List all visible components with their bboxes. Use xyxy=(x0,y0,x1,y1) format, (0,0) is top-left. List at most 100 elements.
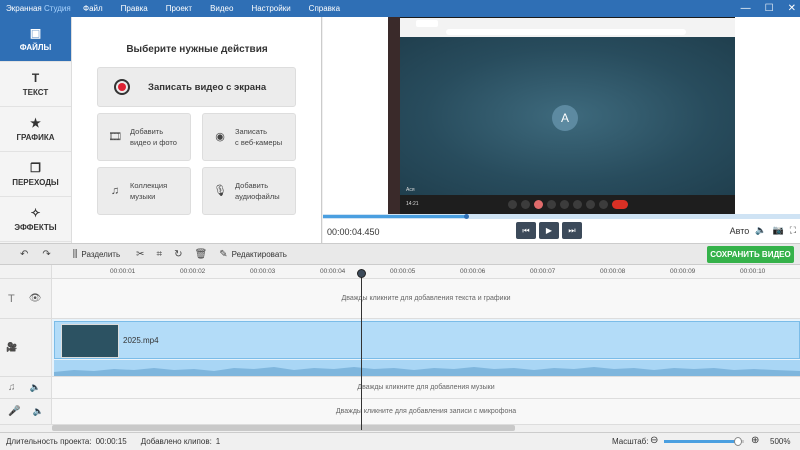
clips-value: 1 xyxy=(215,437,221,446)
crop-icon[interactable]: ⌗ xyxy=(157,249,163,260)
volume-icon[interactable]: 🔈 xyxy=(755,225,766,236)
ruler-tick: 00:00:05 xyxy=(390,268,416,275)
ruler-tick: 00:00:09 xyxy=(670,268,696,275)
rotate-icon[interactable]: ↻ xyxy=(174,249,182,260)
menu-video[interactable]: Видео xyxy=(201,4,242,13)
split-icon[interactable]: ⫼ xyxy=(73,249,78,260)
record-webcam-label: Записать с веб-камеры xyxy=(235,127,283,147)
sidebar: ▣ ФАЙЛЫ T ТЕКСТ ★ ГРАФИКА ❐ ПЕРЕХОДЫ ✧ Э… xyxy=(0,17,72,243)
sidebar-item-label: ЭФФЕКТЫ xyxy=(14,223,57,232)
meeting-controls xyxy=(400,195,735,214)
maximize-button[interactable]: ☐ xyxy=(765,3,774,14)
add-audio-label: Добавить аудиофайлы xyxy=(235,181,280,201)
left-panel: ▣ ФАЙЛЫ T ТЕКСТ ★ ГРАФИКА ❐ ПЕРЕХОДЫ ✧ Э… xyxy=(0,17,322,243)
sidebar-item-label: ТЕКСТ xyxy=(22,88,49,97)
waveform xyxy=(54,367,800,376)
menu-file[interactable]: Файл xyxy=(74,4,112,13)
zoom-in-icon[interactable]: ⊕ xyxy=(751,435,759,446)
music-track[interactable]: Дважды кликните для добавления музыки xyxy=(52,377,800,399)
menu-help[interactable]: Справка xyxy=(300,4,349,13)
text-track[interactable]: Дважды кликните для добавления текста и … xyxy=(52,279,800,319)
undo-icon[interactable]: ↶ xyxy=(20,249,28,260)
sidebar-item-files[interactable]: ▣ ФАЙЛЫ xyxy=(0,17,71,62)
zoom-handle[interactable] xyxy=(733,437,742,446)
progress-handle[interactable] xyxy=(464,214,470,219)
playhead-handle[interactable] xyxy=(357,269,366,278)
magic-wand-icon: ✧ xyxy=(30,206,41,220)
app-name: Экранная xyxy=(6,4,42,13)
camera-icon[interactable]: 📷 xyxy=(772,225,783,236)
sidebar-item-graphics[interactable]: ★ ГРАФИКА xyxy=(0,107,71,152)
minimize-button[interactable]: — xyxy=(741,3,751,14)
mic-track[interactable]: Дважды кликните для добавления записи с … xyxy=(52,399,800,425)
ruler-tick: 00:00:07 xyxy=(530,268,556,275)
sidebar-item-effects[interactable]: ✧ ЭФФЕКТЫ xyxy=(0,197,71,242)
text-track-controls: T 👁 xyxy=(0,279,52,319)
eye-icon[interactable]: 👁 xyxy=(29,293,42,304)
music-collection-label: Коллекция музыки xyxy=(130,181,168,201)
menu-settings[interactable]: Настройки xyxy=(242,4,299,13)
duration-label: Длительность проекта: xyxy=(6,437,92,446)
preview-progress-bar[interactable] xyxy=(323,214,800,219)
ruler-corner xyxy=(0,265,52,279)
sidebar-item-transitions[interactable]: ❐ ПЕРЕХОДЫ xyxy=(0,152,71,197)
next-button[interactable]: ⏭ xyxy=(562,222,582,239)
meeting-name: Ася xyxy=(406,187,415,193)
window-controls: — ☐ ✕ xyxy=(741,0,796,17)
timecode: 00:00:04.450 xyxy=(327,227,380,237)
auto-quality-label[interactable]: Авто xyxy=(730,226,750,236)
edit-icon[interactable]: ✎ xyxy=(219,249,227,260)
speaker-icon[interactable]: 🔈 xyxy=(32,406,43,417)
zoom-slider[interactable] xyxy=(664,437,744,446)
sidebar-item-label: ПЕРЕХОДЫ xyxy=(12,178,59,187)
timeline-scrollbar[interactable] xyxy=(52,425,515,431)
mic-track-controls: 🎤 🔈 xyxy=(0,399,52,425)
meeting-time: 14:21 xyxy=(406,201,419,207)
mic-track-hint: Дважды кликните для добавления записи с … xyxy=(335,408,517,415)
timeline-ruler[interactable]: 00:00:01 00:00:02 00:00:03 00:00:04 00:0… xyxy=(52,265,800,279)
redo-icon[interactable]: ↷ xyxy=(42,249,50,260)
save-video-button[interactable]: СОХРАНИТЬ ВИДЕО xyxy=(707,246,794,263)
play-button[interactable]: ▶ xyxy=(539,222,559,239)
previous-button[interactable]: ⏮ xyxy=(516,222,536,239)
film-icon: 🎞 xyxy=(108,130,122,143)
fullscreen-icon[interactable]: ⛶ xyxy=(790,225,796,236)
title-bar: Экранная Студия Файл Правка Проект Видео… xyxy=(0,0,800,17)
ruler-tick: 00:00:02 xyxy=(180,268,206,275)
split-button[interactable]: Разделить xyxy=(81,250,120,259)
close-button[interactable]: ✕ xyxy=(788,3,796,14)
edit-button[interactable]: Редактировать xyxy=(232,250,287,259)
music-collection-button[interactable]: ♫ Коллекция музыки xyxy=(97,167,191,215)
record-screen-label: Записать видео с экрана xyxy=(148,81,267,93)
zoom-out-icon[interactable]: ⊖ xyxy=(650,435,658,446)
trash-icon[interactable]: 🗑 xyxy=(195,249,208,260)
ruler-tick: 00:00:10 xyxy=(740,268,766,275)
music-icon: ♫ xyxy=(110,184,120,197)
menu-project[interactable]: Проект xyxy=(157,4,201,13)
video-clip[interactable]: 2025.mp4 xyxy=(54,321,800,359)
sidebar-item-text[interactable]: T ТЕКСТ xyxy=(0,62,71,107)
speaker-icon[interactable]: 🔈 xyxy=(30,382,41,393)
add-audio-button[interactable]: 🎙 Добавить аудиофайлы xyxy=(202,167,296,215)
star-icon: ★ xyxy=(30,116,41,130)
record-screen-button[interactable]: Записать видео с экрана xyxy=(97,67,296,107)
actions-panel: Выберите нужные действия Записать видео … xyxy=(72,17,322,243)
music-note-icon: ♫ xyxy=(8,382,16,393)
text-icon: T xyxy=(31,71,40,85)
ruler-tick: 00:00:06 xyxy=(460,268,486,275)
video-track-controls: 🎥 xyxy=(0,319,52,377)
record-webcam-button[interactable]: ◉ Записать с веб-камеры xyxy=(202,113,296,161)
avatar: A xyxy=(552,105,578,131)
music-track-controls: ♫ 🔈 xyxy=(0,377,52,399)
taskbar xyxy=(388,17,400,214)
clips-label: Добавлено клипов: xyxy=(140,437,212,446)
timeline-toolbar: ↶ ↷ ⫼ Разделить ✂ ⌗ ↻ 🗑 ✎ Редактировать … xyxy=(0,243,800,265)
audio-waveform[interactable] xyxy=(54,360,800,376)
scissors-icon[interactable]: ✂ xyxy=(136,249,144,260)
actions-heading: Выберите нужные действия xyxy=(126,44,268,55)
app-title: Экранная Студия xyxy=(0,4,74,13)
video-track-icon: 🎥 xyxy=(6,342,18,352)
transitions-icon: ❐ xyxy=(30,161,41,175)
menu-edit[interactable]: Правка xyxy=(112,4,157,13)
add-video-button[interactable]: 🎞 Добавить видео и фото xyxy=(97,113,191,161)
